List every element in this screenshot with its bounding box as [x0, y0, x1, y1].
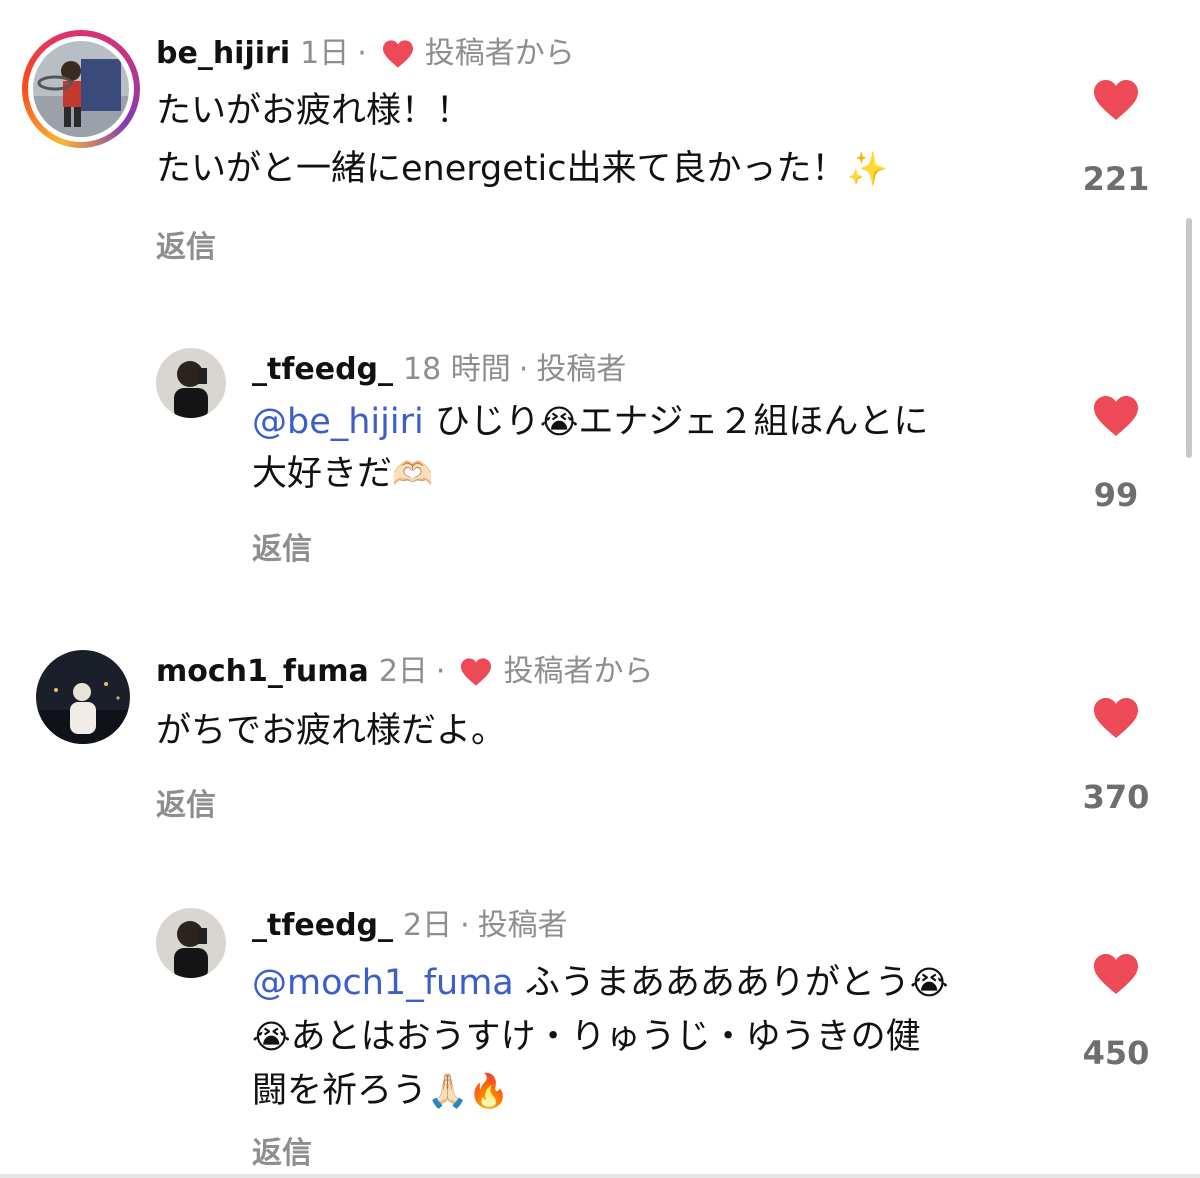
- comment-meta: _tfeedg_ 18 時間 · 投稿者: [252, 352, 626, 388]
- comment-line: @moch1_fuma ふうまあああありがとう😭: [252, 956, 948, 1010]
- comment-text: がちでお疲れ様だよ。: [156, 702, 506, 760]
- reply-button[interactable]: 返信: [252, 1128, 312, 1172]
- avatar[interactable]: [156, 908, 226, 978]
- comment-line: たいがと一緒にenergetic出来て良かった！✨: [156, 140, 888, 198]
- liked-by-author-heart-icon: [461, 658, 492, 686]
- reply-button[interactable]: 返信: [252, 524, 312, 568]
- fire-emoji: 🔥: [468, 1071, 510, 1110]
- timestamp: 18 時間: [403, 352, 511, 387]
- comment-meta: _tfeedg_ 2日 · 投稿者: [252, 908, 568, 944]
- sparkles-emoji: ✨: [846, 149, 888, 188]
- comment-line: がちでお疲れ様だよ。: [156, 711, 507, 751]
- crying-emoji: 😭: [909, 963, 949, 1002]
- comment-line: 大好きだ🫶🏻: [252, 448, 928, 500]
- avatar[interactable]: [33, 41, 129, 137]
- avatar-photo: [156, 348, 226, 418]
- comment-line-text: ふうまあああありがとう: [513, 963, 910, 1003]
- username[interactable]: _tfeedg_: [252, 352, 393, 388]
- comment-line: 😭あとはおうすけ・りゅうじ・ゆうきの健: [252, 1010, 948, 1064]
- comment-line-text: エナジェ２組ほんとに: [578, 402, 929, 442]
- separator: ·: [518, 352, 529, 387]
- avatar-photo: [36, 650, 130, 744]
- bottom-divider: [0, 1174, 1200, 1178]
- avatar-photo: [156, 908, 226, 978]
- comment-text: @moch1_fuma ふうまあああありがとう😭 😭あとはおうすけ・りゅうじ・ゆ…: [252, 956, 948, 1118]
- comment-moch1-fuma: moch1_fuma 2日 · 投稿者から がちでお疲れ様だよ。 返信 370: [0, 600, 1200, 870]
- reply-tfeedg-1: _tfeedg_ 18 時間 · 投稿者 @be_hijiri ひじり😭エナジェ…: [0, 300, 1200, 600]
- avatar[interactable]: [156, 348, 226, 418]
- liked-by-author-heart-icon: [382, 40, 413, 68]
- heart-hands-emoji: 🫶🏻: [392, 454, 434, 493]
- timestamp: 2日: [378, 654, 428, 689]
- comment-be-hijiri: be_hijiri 1日 · 投稿者から たいがお疲れ様！！ たいがと一緒にen…: [0, 0, 1200, 300]
- author-badge: 投稿者: [477, 908, 568, 943]
- like-count: 370: [1082, 778, 1150, 816]
- comment-meta: be_hijiri 1日 · 投稿者から: [156, 36, 575, 72]
- like-column: 370: [1066, 696, 1166, 816]
- like-heart-icon[interactable]: [1092, 78, 1140, 122]
- comment-text: @be_hijiri ひじり😭エナジェ２組ほんとに 大好きだ🫶🏻: [252, 396, 928, 500]
- liked-by-author-label: 投稿者から: [503, 654, 654, 689]
- story-ring[interactable]: [22, 30, 140, 148]
- like-count: 99: [1093, 476, 1139, 514]
- reply-button[interactable]: 返信: [156, 780, 216, 824]
- like-heart-icon[interactable]: [1092, 696, 1140, 740]
- timestamp: 1日: [300, 36, 350, 71]
- avatar[interactable]: [36, 650, 130, 744]
- like-column: 221: [1066, 78, 1166, 198]
- comment-line-text: 大好きだ: [252, 454, 393, 494]
- comment-meta: moch1_fuma 2日 · 投稿者から: [156, 654, 653, 690]
- username[interactable]: be_hijiri: [156, 36, 290, 72]
- like-column: 450: [1066, 952, 1166, 1072]
- username[interactable]: moch1_fuma: [156, 654, 369, 690]
- like-count: 450: [1082, 1034, 1150, 1072]
- like-count: 221: [1082, 160, 1150, 198]
- comment-line: 闘を祈ろう🙏🏻🔥: [252, 1064, 948, 1118]
- comment-line-text: たいがと一緒にenergetic出来て良かった！: [156, 149, 847, 189]
- comment-line: @be_hijiri ひじり😭エナジェ２組ほんとに: [252, 396, 928, 448]
- avatar-photo: [33, 41, 129, 137]
- like-heart-icon[interactable]: [1092, 394, 1140, 438]
- liked-by-author-label: 投稿者から: [424, 36, 575, 71]
- comment-line-text: 闘を祈ろう: [252, 1071, 428, 1111]
- mention-link[interactable]: @moch1_fuma: [252, 963, 514, 1003]
- like-column: 99: [1066, 394, 1166, 514]
- like-heart-icon[interactable]: [1092, 952, 1140, 996]
- comment-text: たいがお疲れ様！！ たいがと一緒にenergetic出来て良かった！✨: [156, 82, 888, 198]
- crying-emoji: 😭: [539, 402, 579, 441]
- separator: ·: [435, 654, 446, 689]
- crying-emoji: 😭: [252, 1017, 291, 1056]
- comment-line: たいがお疲れ様！！: [156, 91, 472, 131]
- timestamp: 2日: [403, 908, 453, 943]
- separator: ·: [357, 36, 367, 71]
- comment-line-text: あとはおうすけ・りゅうじ・ゆうきの健: [290, 1017, 921, 1057]
- username[interactable]: _tfeedg_: [252, 908, 393, 944]
- reply-button[interactable]: 返信: [156, 222, 216, 266]
- reply-tfeedg-2: _tfeedg_ 2日 · 投稿者 @moch1_fuma ふうまあああありがと…: [0, 870, 1200, 1178]
- author-badge: 投稿者: [536, 352, 627, 387]
- separator: ·: [460, 908, 470, 943]
- mention-link[interactable]: @be_hijiri: [252, 402, 424, 442]
- comment-line-text: ひじり: [423, 402, 540, 442]
- praying-hands-emoji: 🙏🏻: [427, 1071, 469, 1110]
